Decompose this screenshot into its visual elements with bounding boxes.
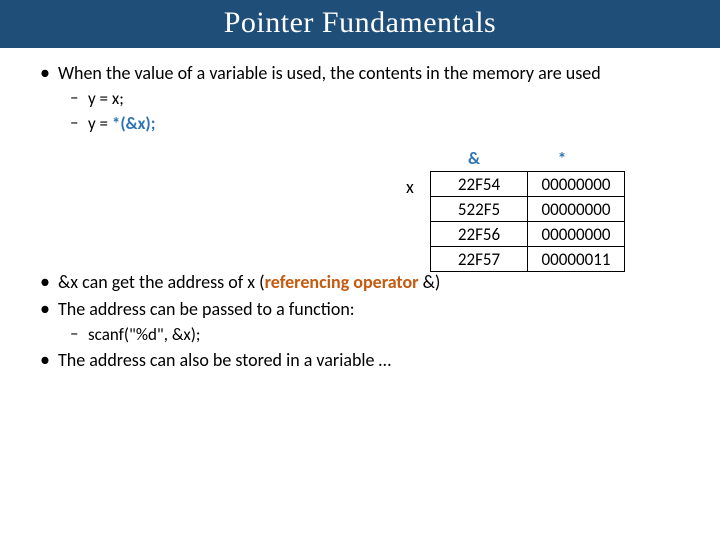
bullet-list-bottom: &x can get the address of x (referencing… — [36, 271, 684, 373]
addr-text-3: &) — [423, 271, 441, 293]
bullet-list-top: When the value of a variable is used, th… — [36, 62, 684, 135]
cell-addr: 22F57 — [431, 247, 528, 272]
cell-val: 00000000 — [528, 197, 625, 222]
cell-addr: 22F54 — [431, 172, 528, 197]
sublist-1: y = x; y = *(&x); — [58, 88, 684, 135]
sub-deref-pre: y = — [88, 113, 112, 134]
table-row: 522F500000000 — [431, 197, 625, 222]
x-pointer-label: x — [406, 176, 414, 198]
slide-body: When the value of a variable is used, th… — [0, 48, 720, 135]
addr-text-ref: referencing operator — [265, 271, 423, 293]
sub-scanf: scanf("%d", &x); — [58, 324, 684, 346]
table-row: 22F5700000011 — [431, 247, 625, 272]
cell-val: 00000011 — [528, 247, 625, 272]
table-row: 22F5400000000 — [431, 172, 625, 197]
table-row: 22F5600000000 — [431, 222, 625, 247]
sublist-2: scanf("%d", &x); — [58, 324, 684, 346]
cell-addr: 522F5 — [431, 197, 528, 222]
slide-title: Pointer Fundamentals — [0, 0, 720, 48]
lower-bullets: &x can get the address of x (referencing… — [0, 257, 720, 373]
sub-deref-star: *(&x); — [112, 113, 156, 134]
sub-yx: y = x; — [58, 88, 684, 110]
bullet-pass: The address can be passed to a function:… — [36, 298, 684, 346]
bullet-store: The address can also be stored in a vari… — [36, 349, 684, 372]
cell-val: 00000000 — [528, 172, 625, 197]
cell-val: 00000000 — [528, 222, 625, 247]
memory-table: 22F5400000000 522F500000000 22F560000000… — [430, 171, 625, 272]
col-value-symbol: * — [518, 148, 606, 169]
memory-table-header: & * — [430, 148, 625, 169]
bullet-contents-text: When the value of a variable is used, th… — [58, 62, 601, 84]
cell-addr: 22F56 — [431, 222, 528, 247]
addr-text-1: &x can get the address of x ( — [58, 271, 265, 293]
sub-deref: y = *(&x); — [58, 113, 684, 135]
bullet-contents: When the value of a variable is used, th… — [36, 62, 684, 135]
pass-text: The address can be passed to a function: — [58, 298, 355, 320]
bullet-addressof: &x can get the address of x (referencing… — [36, 271, 684, 294]
memory-table-wrap: & * x 22F5400000000 522F500000000 22F560… — [430, 148, 625, 272]
slide: Pointer Fundamentals When the value of a… — [0, 0, 720, 540]
col-address-symbol: & — [430, 148, 518, 169]
